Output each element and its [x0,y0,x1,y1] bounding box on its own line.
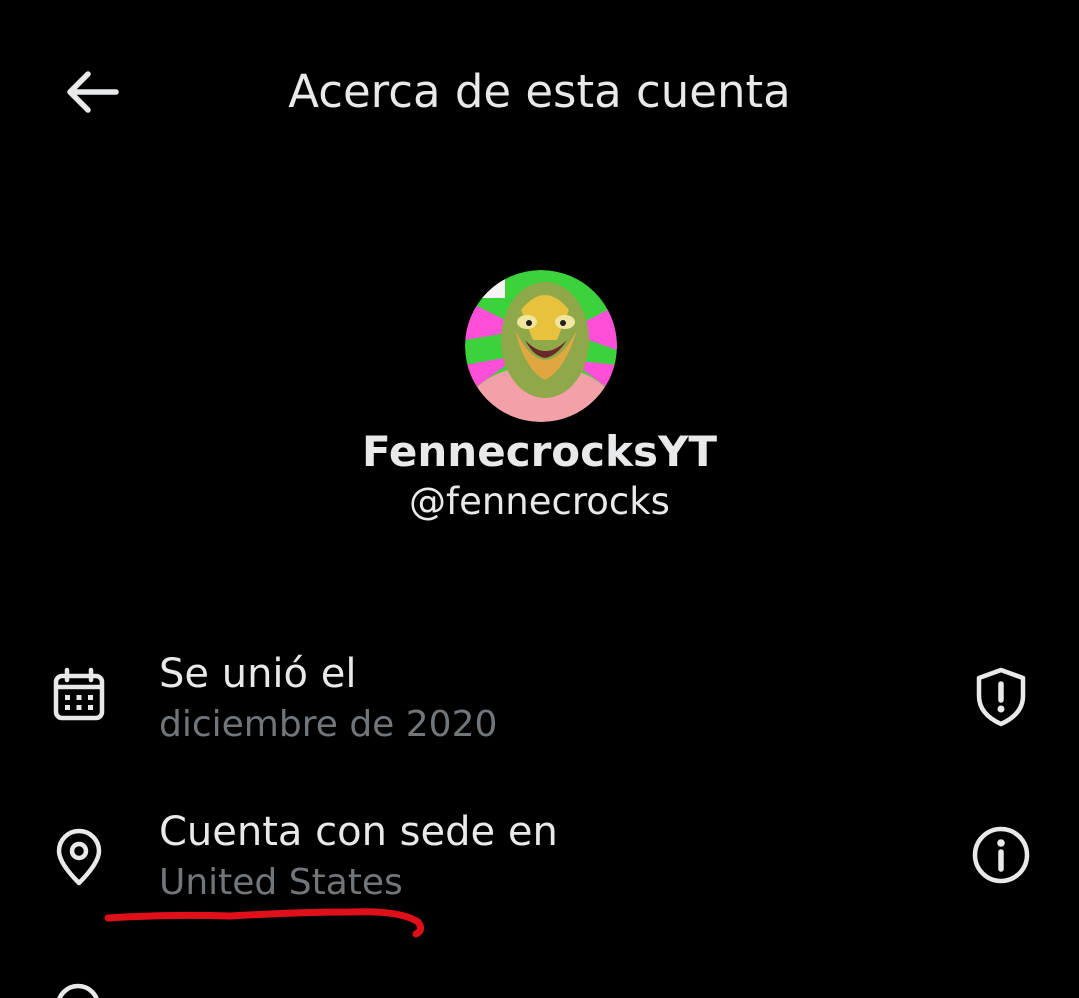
shield-alert-icon [976,667,1026,727]
top-bar: Acerca de esta cuenta [0,0,1079,185]
joined-date-value: diciembre de 2020 [159,704,498,745]
next-row-icon [54,978,102,998]
display-name: FennecrocksYT [361,427,718,476]
page-title: Acerca de esta cuenta [288,65,791,118]
calendar-icon [44,660,114,730]
location-info-button[interactable] [962,816,1040,894]
location-pin-icon [44,822,114,892]
avatar[interactable] [465,270,617,422]
info-icon [972,826,1030,884]
verification-shield-button[interactable] [962,658,1040,736]
joined-date-row: Se unió el diciembre de 2020 [0,640,1079,770]
joined-label: Se unió el [159,651,357,697]
location-label: Cuenta con sede en [159,809,558,855]
red-underline-annotation [104,908,425,938]
username-handle: @fennecrocks [409,480,670,523]
